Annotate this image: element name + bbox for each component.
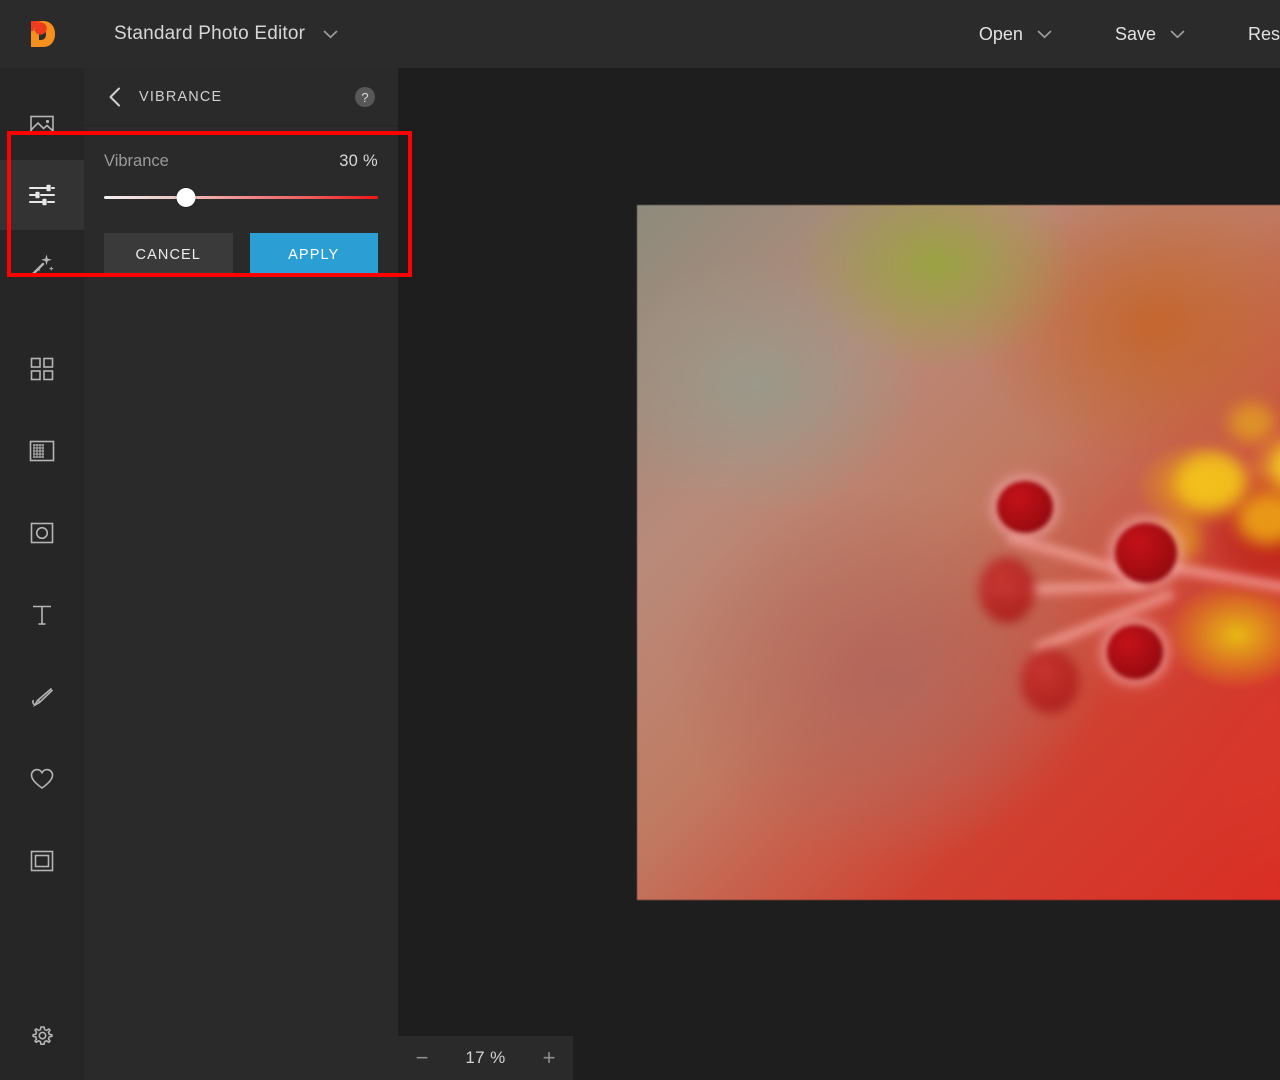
photo-editor-app: Standard Photo Editor Open Save — [0, 0, 1280, 1080]
sliders-icon — [28, 183, 56, 207]
panel-body: Vibrance 30 % CANCEL APPLY — [84, 126, 398, 277]
pollen-blob — [1237, 493, 1280, 545]
heart-icon — [29, 767, 55, 791]
chevron-left-icon — [108, 87, 122, 107]
zoom-in-button[interactable]: + — [525, 1036, 573, 1080]
image-icon — [29, 112, 55, 138]
svg-text:?: ? — [361, 89, 368, 104]
vibrance-slider-label: Vibrance — [104, 152, 169, 171]
sidebar-item-settings[interactable] — [0, 1002, 84, 1072]
open-menu-label: Open — [979, 24, 1023, 45]
vibrance-slider-track[interactable] — [104, 196, 378, 199]
sidebar-item-image[interactable] — [0, 90, 84, 160]
sidebar-item-textures[interactable] — [0, 416, 84, 486]
grid-squares-icon — [30, 357, 54, 381]
gear-icon — [30, 1025, 55, 1050]
photo-preview[interactable] — [637, 205, 1280, 900]
help-circle-icon: ? — [354, 86, 376, 108]
text-t-icon — [30, 603, 54, 627]
pen-icon — [29, 685, 55, 709]
sidebar-item-lens[interactable] — [0, 498, 84, 568]
zoom-bar: − 17 % + — [398, 1036, 573, 1080]
sidebar-item-effects[interactable] — [0, 230, 84, 300]
sidebar-item-stickers[interactable] — [0, 744, 84, 814]
apply-button[interactable]: APPLY — [250, 233, 379, 277]
cancel-button[interactable]: CANCEL — [104, 233, 233, 277]
stigma-knob — [1115, 523, 1177, 583]
pollen-blob — [1177, 453, 1247, 511]
panel-action-buttons: CANCEL APPLY — [104, 233, 378, 277]
reset-menu-button[interactable]: Res — [1248, 24, 1280, 45]
app-logo-icon — [25, 17, 59, 51]
zoom-out-button[interactable]: − — [398, 1036, 446, 1080]
texture-icon — [29, 440, 55, 462]
vibrance-slider-row: Vibrance 30 % — [104, 152, 378, 171]
save-menu-label: Save — [1115, 24, 1156, 45]
zoom-level-value: 17 % — [446, 1048, 525, 1068]
tool-panel: VIBRANCE ? Vibrance 30 % CANCEL APPLY — [84, 68, 398, 1080]
save-chevron-down-icon — [1170, 30, 1185, 39]
app-title: Standard Photo Editor — [114, 23, 305, 45]
top-bar: Standard Photo Editor Open Save — [0, 0, 1280, 68]
stamen-bud — [1021, 649, 1079, 713]
canvas-area[interactable]: browser — [398, 68, 1280, 1080]
sidebar-item-overlays[interactable] — [0, 334, 84, 404]
tool-rail — [0, 68, 84, 1080]
top-bar-menu: Open Save Res — [979, 0, 1280, 68]
tool-rail-bottom — [0, 1002, 84, 1072]
app-logo[interactable] — [0, 0, 84, 68]
stamen-bud — [979, 557, 1035, 623]
frame-icon — [30, 850, 54, 872]
magic-wand-icon — [29, 252, 55, 278]
open-menu-button[interactable]: Open — [979, 24, 1052, 45]
pollen-blob — [1229, 403, 1275, 443]
vibrance-slider-thumb[interactable] — [177, 188, 196, 207]
sidebar-item-border[interactable] — [0, 826, 84, 896]
app-title-chevron-down-icon[interactable] — [323, 30, 338, 39]
sidebar-item-draw[interactable] — [0, 662, 84, 732]
vibrance-slider[interactable] — [104, 187, 378, 207]
reset-menu-label: Res — [1248, 24, 1280, 45]
panel-help-button[interactable]: ? — [354, 86, 376, 108]
panel-title: VIBRANCE — [139, 89, 222, 105]
vibrance-slider-value: 30 % — [339, 152, 378, 171]
open-chevron-down-icon — [1037, 30, 1052, 39]
stigma-knob — [997, 481, 1053, 533]
pollen-blob — [1273, 441, 1280, 491]
panel-back-button[interactable] — [102, 84, 128, 110]
sidebar-item-text[interactable] — [0, 580, 84, 650]
save-menu-button[interactable]: Save — [1115, 24, 1185, 45]
panel-header: VIBRANCE ? — [84, 68, 398, 126]
sidebar-item-adjust[interactable] — [0, 160, 84, 230]
lens-icon — [30, 522, 54, 544]
stigma-knob — [1107, 625, 1163, 679]
